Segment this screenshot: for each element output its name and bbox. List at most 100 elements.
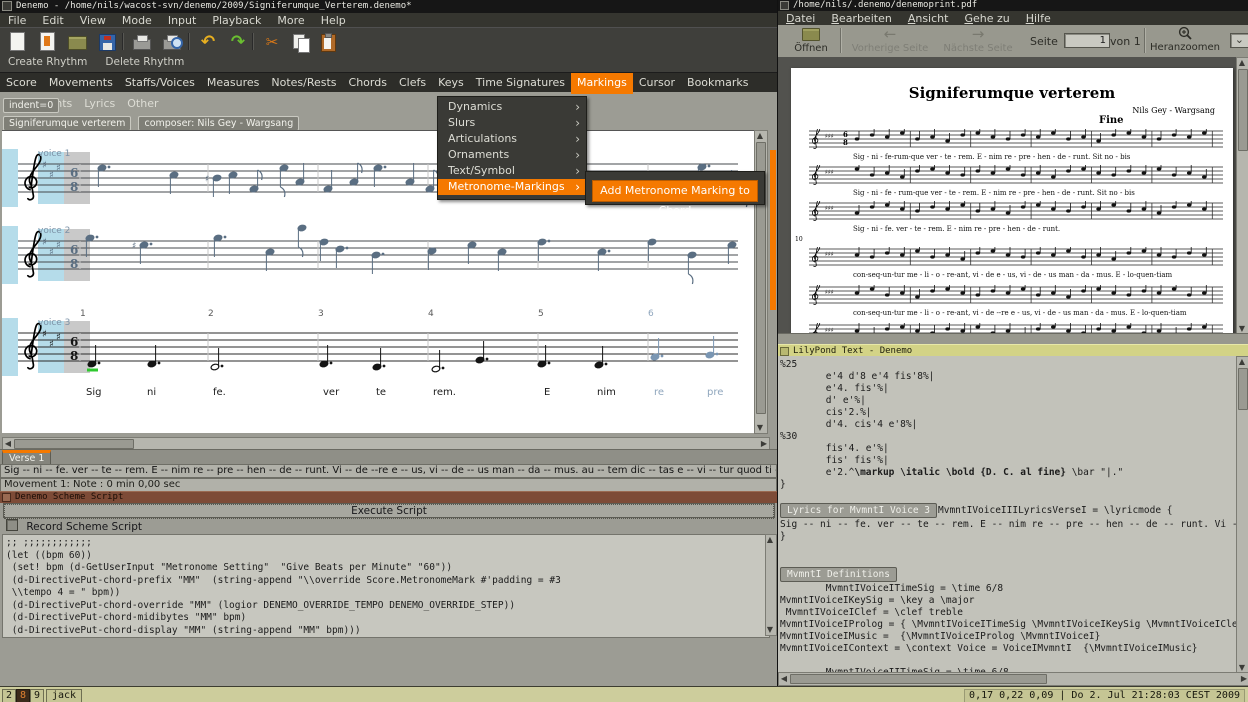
menu-item-label: Metronome-Markings [448,180,565,193]
create-rhythm-button[interactable]: Create Rhythm [0,54,97,71]
lyric-syllable: pre [707,387,724,398]
print-icon[interactable] [132,32,152,52]
add-metronome-marking-menu-item[interactable]: Add Metronome Marking to Chord [592,180,758,217]
new-document-icon[interactable] [7,32,27,52]
command-menu-chords[interactable]: Chords [343,73,393,94]
title-tag-button[interactable]: Signiferumque verterem [3,116,132,131]
scheme-vscrollbar[interactable]: ▲ ▼ [765,534,777,636]
lilypond-line: fis' fis'%| [780,455,889,466]
submenu-arrow-icon: › [575,164,580,178]
pdf-lyrics-line: Sig - ni - fe-rum-que ver - te - rem. E … [853,153,1131,161]
voice-label: voice 2 [38,226,71,236]
open-button[interactable]: Öffnen [788,27,834,55]
scroll-left-icon[interactable]: ◀ [4,439,12,449]
open-icon[interactable] [67,32,87,52]
lilypond-section-button[interactable]: MvmntI Definitions [780,567,897,582]
menu-item-dynamics[interactable]: Dynamics › [438,99,586,115]
scroll-up-icon[interactable]: ▲ [1237,357,1247,367]
lilypond-line: %25 [780,359,798,370]
lilypond-section-button[interactable]: Lyrics for MvmntI Voice 3 [780,503,937,518]
command-menu-staffs-voices[interactable]: Staffs/Voices [119,73,201,94]
jack-indicator[interactable]: jack [46,689,82,702]
lilypond-line: MvmntIVoiceIKeySig = \key a \major [780,595,975,606]
workspace-9[interactable]: 9 [30,689,44,702]
pdf-viewer-window: /home/nils/.denemo/denemoprint.pdf Datei… [778,0,1248,345]
pdf-content-area[interactable]: Signiferumque verterem Nils Gey - Wargsa… [778,57,1236,333]
menu-item-metronome-markings[interactable]: Metronome-Markings › [438,179,586,195]
chevron-down-icon[interactable]: ⌄ [1235,33,1244,46]
copy-icon[interactable] [291,32,311,53]
print-preview-icon[interactable] [162,32,183,52]
pdf-staff-system: ♯♯♯ con-seq-un-tur me - li - o - re-ant, … [809,247,1223,281]
command-menu-bookmarks[interactable]: Bookmarks [681,73,754,94]
undo-icon[interactable]: ↶ [198,32,218,52]
pdf-measure10-label: 10 [795,236,803,243]
delete-rhythm-button[interactable]: Delete Rhythm [97,54,194,71]
record-script-checkbox[interactable] [6,519,18,531]
scroll-right-icon[interactable]: ▶ [760,439,768,449]
execute-script-button[interactable]: Execute Script [3,503,775,519]
scroll-right-icon[interactable]: ▶ [1240,674,1248,684]
scroll-up-icon[interactable]: ▲ [1237,58,1247,68]
movement-status-bar: Movement 1: Note : 0 min 0,00 sec [0,478,777,492]
paste-icon[interactable] [318,32,338,52]
previous-page-button[interactable]: ← Vorherige Seite [848,27,932,55]
window-resize-edge[interactable] [770,150,776,310]
new-from-template-icon[interactable] [37,32,57,52]
command-menu-movements[interactable]: Movements [43,73,119,94]
measure-number: 1 [80,309,86,319]
command-menu-notes-rests[interactable]: Notes/Rests [265,73,342,94]
voice-label: voice 3 [38,318,71,328]
scroll-up-icon[interactable]: ▲ [755,131,765,141]
command-menu-score[interactable]: Score [0,73,43,94]
menu-item-ornaments[interactable]: Ornaments › [438,147,586,163]
pdf-lyrics-line: con-seq-un-tur me - li - o - re-ant, vi … [853,271,1173,279]
lilypond-text-editor[interactable]: %25 e'4 d'8 e'4 fis'8%| e'4. fis'%| d' e… [778,356,1238,675]
pdf-vscrollbar[interactable]: ▲ ▼ [1236,57,1248,335]
scheme-script-editor[interactable]: ;; ;;;;;;;;;;;; (let ((bpm 60)) (set! bpm… [2,534,770,638]
pdf-titlebar[interactable]: /home/nils/.denemo/denemoprint.pdf [778,0,1248,11]
workspace-2[interactable]: 2 [2,689,16,702]
submenu-arrow-icon: › [575,148,580,162]
scheme-script-titlebar[interactable]: Denemo Scheme Script [0,491,777,503]
scheme-code-line: \\tempo 4 = " bpm)) [6,587,121,598]
record-script-label: Record Scheme Script [26,521,142,533]
denemo-titlebar[interactable]: Denemo - /home/nils/wacost-svn/denemo/20… [0,0,777,13]
menu-item-text-symbol[interactable]: Text/Symbol › [438,163,586,179]
command-menu-measures[interactable]: Measures [201,73,265,94]
lyric-syllable: ver [323,387,340,398]
save-icon[interactable] [97,32,117,52]
pdf-fine-label: Fine [1099,115,1124,126]
lilypond-vscrollbar[interactable]: ▲ ▼ [1236,356,1248,674]
window-icon [2,493,11,502]
record-scheme-script-row: Record Scheme Script [6,519,142,533]
lyric-syllable: fe. [213,387,226,398]
next-page-button[interactable]: → Nächste Seite [938,27,1018,55]
composer-tag-button[interactable]: composer: Nils Gey - Wargsang [138,116,300,131]
command-menu-time-signatures[interactable]: Time Signatures [470,73,571,94]
command-menu-clefs[interactable]: Clefs [393,73,432,94]
workspace-8[interactable]: 8 [16,689,30,702]
lilypond-hscrollbar[interactable]: ◀ ▶ [778,672,1248,686]
folder-icon [802,28,820,41]
page-number-input[interactable]: 1 [1064,33,1110,48]
command-menu-keys[interactable]: Keys [432,73,470,94]
zoom-in-button[interactable]: Heranzoomen [1150,26,1220,54]
scroll-left-icon[interactable]: ◀ [780,674,788,684]
lyric-syllable: re [654,387,665,398]
submenu-arrow-icon: › [575,132,580,146]
cut-icon[interactable]: ✂ [262,32,282,52]
submenu-arrow-icon: › [575,100,580,114]
command-menu-cursor[interactable]: Cursor [633,73,681,94]
redo-icon[interactable]: ↷ [228,32,248,52]
pdf-lyrics-line: con-seq-un-tur me - li - o - re-ant, vi … [853,309,1187,317]
menu-item-slurs[interactable]: Slurs › [438,115,586,131]
markings-menu-popup: Dynamics › Slurs › Articulations › Ornaments › T… [437,96,587,200]
lyrics-editor[interactable]: Sig -- ni -- fe. ver -- te -- rem. E -- … [0,464,777,478]
scheme-script-title: Denemo Scheme Script [15,492,124,502]
scroll-down-icon[interactable]: ▼ [755,423,765,433]
window-icon [2,1,12,11]
scheme-code-line: ;; ;;;;;;;;;;;; [6,537,92,548]
command-menu-markings[interactable]: Markings [570,73,633,94]
menu-item-articulations[interactable]: Articulations › [438,131,586,147]
